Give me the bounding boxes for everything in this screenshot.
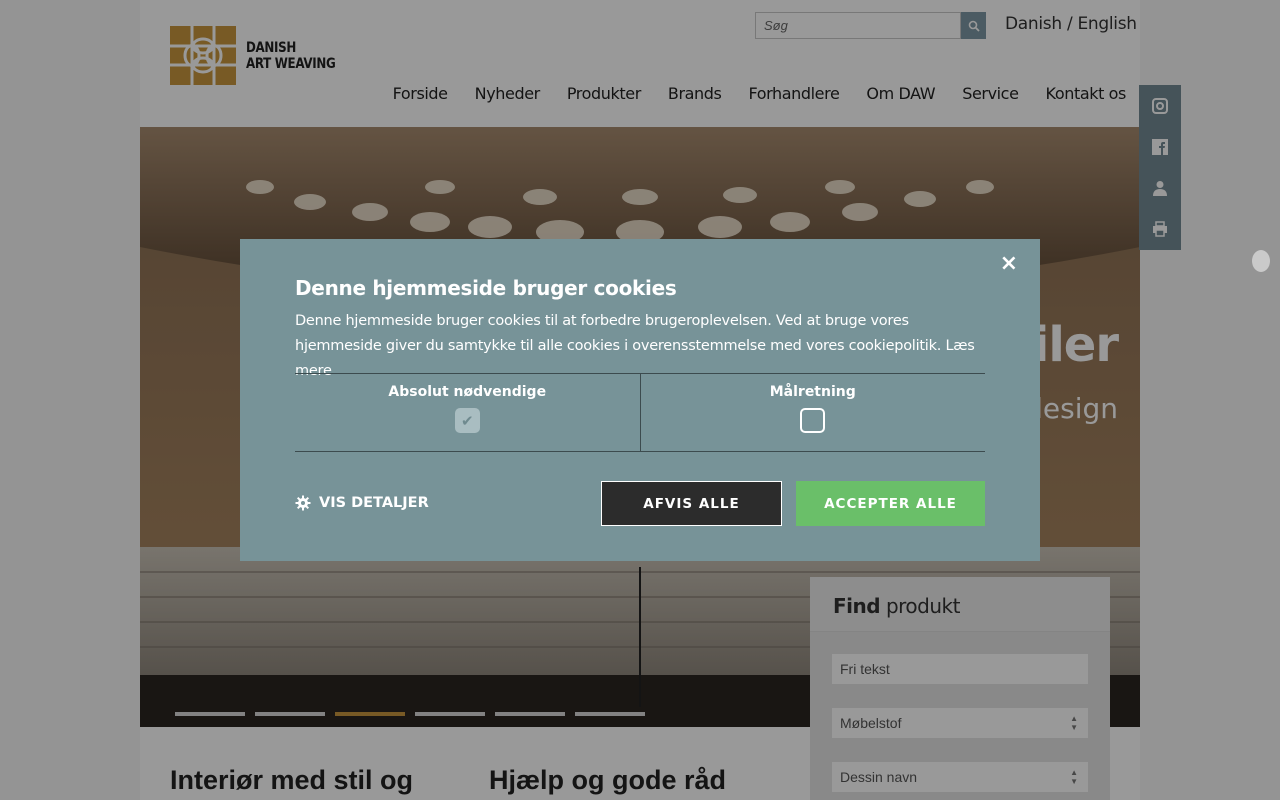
accept-all-button[interactable]: ACCEPTER ALLE bbox=[796, 481, 985, 526]
targeting-checkbox[interactable] bbox=[800, 408, 826, 433]
cookie-categories: Absolut nødvendige ✔ Målretning bbox=[295, 373, 985, 452]
side-floating-icon bbox=[1252, 250, 1270, 272]
cookie-title: Denne hjemmeside bruger cookies bbox=[295, 276, 677, 300]
cookie-category-necessary: Absolut nødvendige ✔ bbox=[295, 374, 640, 451]
close-icon[interactable]: × bbox=[1000, 251, 1018, 276]
show-details-button[interactable]: VIS DETALJER bbox=[295, 495, 429, 511]
category-label: Målretning bbox=[769, 384, 856, 400]
category-label: Absolut nødvendige bbox=[388, 384, 547, 400]
reject-all-button[interactable]: AFVIS ALLE bbox=[601, 481, 782, 526]
cookie-consent-dialog: × Denne hjemmeside bruger cookies Denne … bbox=[240, 239, 1040, 561]
gear-icon bbox=[295, 495, 311, 511]
necessary-checkbox: ✔ bbox=[454, 408, 480, 433]
cookie-category-targeting: Målretning bbox=[639, 374, 986, 451]
